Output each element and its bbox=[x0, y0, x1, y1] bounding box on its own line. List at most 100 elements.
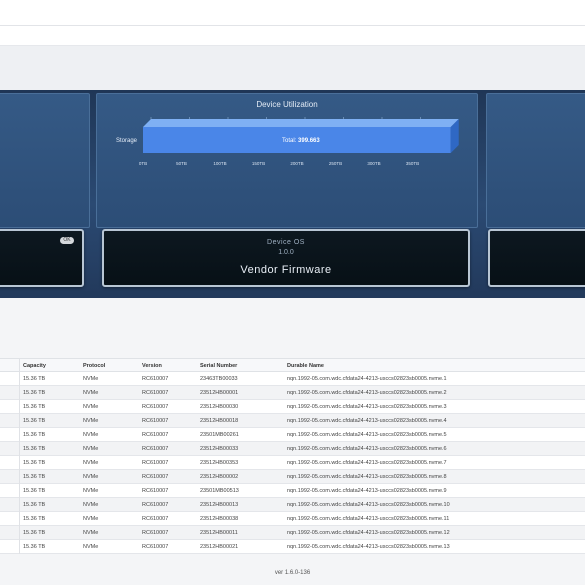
version-cell: RC610007 bbox=[142, 530, 169, 536]
column-header-protocol[interactable]: Protocol bbox=[83, 359, 139, 373]
device-card[interactable]: Device OS 1.0.0 Vendor Firmware bbox=[102, 229, 470, 287]
protocol-cell: NVMe bbox=[83, 390, 99, 396]
serial-number-cell: 23512HB00018 bbox=[200, 418, 239, 424]
table-header: Capacity Protocol Version Serial Number … bbox=[0, 358, 585, 373]
protocol-cell: NVMe bbox=[83, 516, 99, 522]
protocol-cell: NVMe bbox=[83, 376, 99, 382]
x-tick-label: 300TB bbox=[367, 161, 380, 166]
durable-name-cell: nqn.1992-05.com.wdc.cfdata24-4213-usccs0… bbox=[287, 488, 447, 494]
row-select-cell bbox=[0, 442, 20, 456]
column-header-serial[interactable]: Serial Number bbox=[200, 359, 284, 373]
drive-table: Capacity Protocol Version Serial Number … bbox=[0, 358, 585, 554]
table-row[interactable]: 15.36 TB NVMe RC610007 23512HB00001 nqn.1992… bbox=[0, 386, 585, 400]
protocol-cell: NVMe bbox=[83, 474, 99, 480]
total-label: Total: 399.663 bbox=[282, 138, 320, 144]
durable-name-cell: nqn.1992-05.com.wdc.cfdata24-4213-usccs0… bbox=[287, 460, 447, 466]
table-body: 15.36 TB NVMe RC610007 23463TB00033 nqn.1992… bbox=[0, 372, 585, 554]
durable-name-cell: nqn.1992-05.com.wdc.cfdata24-4213-usccs0… bbox=[287, 446, 447, 452]
row-select-cell bbox=[0, 456, 20, 470]
serial-number-cell: 23512HB00011 bbox=[200, 530, 238, 536]
row-select-cell bbox=[0, 470, 20, 484]
serial-number-cell: 23512HB00038 bbox=[200, 516, 239, 522]
row-select-cell bbox=[0, 540, 20, 554]
table-row[interactable]: 15.36 TB NVMe RC610007 23512HB00011 nqn.1992… bbox=[0, 526, 585, 540]
row-select-cell bbox=[0, 414, 20, 428]
protocol-cell: NVMe bbox=[83, 432, 99, 438]
version-cell: RC610007 bbox=[142, 544, 169, 550]
bar-top-face bbox=[143, 119, 459, 127]
version-footer: ver 1.6.0-136 bbox=[274, 570, 311, 576]
serial-number-cell: 23512HB00353 bbox=[200, 460, 239, 466]
table-row[interactable]: 15.36 TB NVMe RC610007 23501MB00513 nqn.1992… bbox=[0, 484, 585, 498]
x-tick-label: 200TB bbox=[290, 161, 303, 166]
serial-number-cell: 23501MB00261 bbox=[200, 432, 239, 438]
protocol-cell: NVMe bbox=[83, 404, 99, 410]
capacity-cell: 15.36 TB bbox=[23, 418, 46, 424]
sub-bar bbox=[0, 26, 585, 46]
table-row[interactable]: 15.36 TB NVMe RC610007 23463TB00033 nqn.1992… bbox=[0, 372, 585, 386]
protocol-cell: NVMe bbox=[83, 502, 99, 508]
serial-number-cell: 23512HB00002 bbox=[200, 474, 239, 480]
table-row[interactable]: 15.36 TB NVMe RC610007 23512HB00038 nqn.1992… bbox=[0, 512, 585, 526]
table-row[interactable]: 15.36 TB NVMe RC610007 23512HB00018 nqn.1992… bbox=[0, 414, 585, 428]
capacity-cell: 15.36 TB bbox=[23, 530, 46, 536]
device-card-left[interactable]: OK bbox=[0, 229, 84, 287]
row-select-cell bbox=[0, 386, 20, 400]
device-card-right[interactable] bbox=[488, 229, 585, 287]
utilization-chart: Storage Total: 399.663 0TB 50TB 100TB 150TB 20… bbox=[116, 117, 459, 166]
capacity-cell: 15.36 TB bbox=[23, 390, 46, 396]
row-select-cell bbox=[0, 484, 20, 498]
device-utilization-panel: Device Utilization Storage Total: 399.663… bbox=[96, 93, 478, 228]
version-cell: RC610007 bbox=[142, 418, 169, 424]
serial-number-cell: 23463TB00033 bbox=[200, 376, 238, 382]
serial-number-cell: 23501MB00513 bbox=[200, 488, 239, 494]
protocol-cell: NVMe bbox=[83, 544, 99, 550]
table-row[interactable]: 15.36 TB NVMe RC610007 23512HB00002 nqn.1992… bbox=[0, 470, 585, 484]
durable-name-cell: nqn.1992-05.com.wdc.cfdata24-4213-usccs0… bbox=[287, 530, 450, 536]
protocol-cell: NVMe bbox=[83, 530, 99, 536]
protocol-cell: NVMe bbox=[83, 488, 99, 494]
x-tick-label: 0TB bbox=[139, 161, 147, 166]
column-header-durable-name[interactable]: Durable Name bbox=[287, 359, 585, 373]
capacity-cell: 15.36 TB bbox=[23, 474, 46, 480]
category-label: Storage bbox=[116, 138, 138, 144]
row-select-cell bbox=[0, 372, 20, 386]
capacity-cell: 15.36 TB bbox=[23, 502, 46, 508]
column-header-capacity[interactable]: Capacity bbox=[23, 359, 79, 373]
serial-number-cell: 23512HB00001 bbox=[200, 390, 239, 396]
durable-name-cell: nqn.1992-05.com.wdc.cfdata24-4213-usccs0… bbox=[287, 502, 450, 508]
version-cell: RC610007 bbox=[142, 460, 169, 466]
capacity-cell: 15.36 TB bbox=[23, 376, 46, 382]
capacity-cell: 15.36 TB bbox=[23, 460, 46, 466]
capacity-cell: 15.36 TB bbox=[23, 488, 46, 494]
right-panel bbox=[486, 93, 585, 228]
table-row[interactable]: 15.36 TB NVMe RC610007 23501MB00261 nqn.1992… bbox=[0, 428, 585, 442]
durable-name-cell: nqn.1992-05.com.wdc.cfdata24-4213-usccs0… bbox=[287, 376, 447, 382]
status-badge: OK bbox=[60, 237, 74, 244]
serial-number-cell: 23512HB00021 bbox=[200, 544, 239, 550]
x-tick-label: 250TB bbox=[329, 161, 342, 166]
table-row[interactable]: 15.36 TB NVMe RC610007 23512HB00033 nqn.1992… bbox=[0, 442, 585, 456]
device-os-label: Device OS bbox=[267, 239, 305, 246]
durable-name-cell: nqn.1992-05.com.wdc.cfdata24-4213-usccs0… bbox=[287, 418, 447, 424]
durable-name-cell: nqn.1992-05.com.wdc.cfdata24-4213-usccs0… bbox=[287, 516, 450, 522]
table-row[interactable]: 15.36 TB NVMe RC610007 23512HB00353 nqn.1992… bbox=[0, 456, 585, 470]
table-row[interactable]: 15.36 TB NVMe RC610007 23512HB00013 nqn.1992… bbox=[0, 498, 585, 512]
capacity-cell: 15.36 TB bbox=[23, 446, 46, 452]
protocol-cell: NVMe bbox=[83, 418, 99, 424]
x-tick-label: 50TB bbox=[176, 161, 187, 166]
row-select-cell bbox=[0, 400, 20, 414]
table-row[interactable]: 15.36 TB NVMe RC610007 23512HB00021 nqn.1992… bbox=[0, 540, 585, 554]
column-header-version[interactable]: Version bbox=[142, 359, 198, 373]
version-cell: RC610007 bbox=[142, 502, 169, 508]
durable-name-cell: nqn.1992-05.com.wdc.cfdata24-4213-usccs0… bbox=[287, 390, 447, 396]
table-row[interactable]: 15.36 TB NVMe RC610007 23512HB00030 nqn.1992… bbox=[0, 400, 585, 414]
capacity-cell: 15.36 TB bbox=[23, 516, 46, 522]
serial-number-cell: 23512HB00030 bbox=[200, 404, 239, 410]
row-select-cell bbox=[0, 512, 20, 526]
device-os-version: 1.0.0 bbox=[278, 249, 294, 256]
capacity-cell: 15.36 TB bbox=[23, 544, 46, 550]
version-cell: RC610007 bbox=[142, 432, 169, 438]
version-cell: RC610007 bbox=[142, 516, 169, 522]
header-band bbox=[0, 46, 585, 90]
